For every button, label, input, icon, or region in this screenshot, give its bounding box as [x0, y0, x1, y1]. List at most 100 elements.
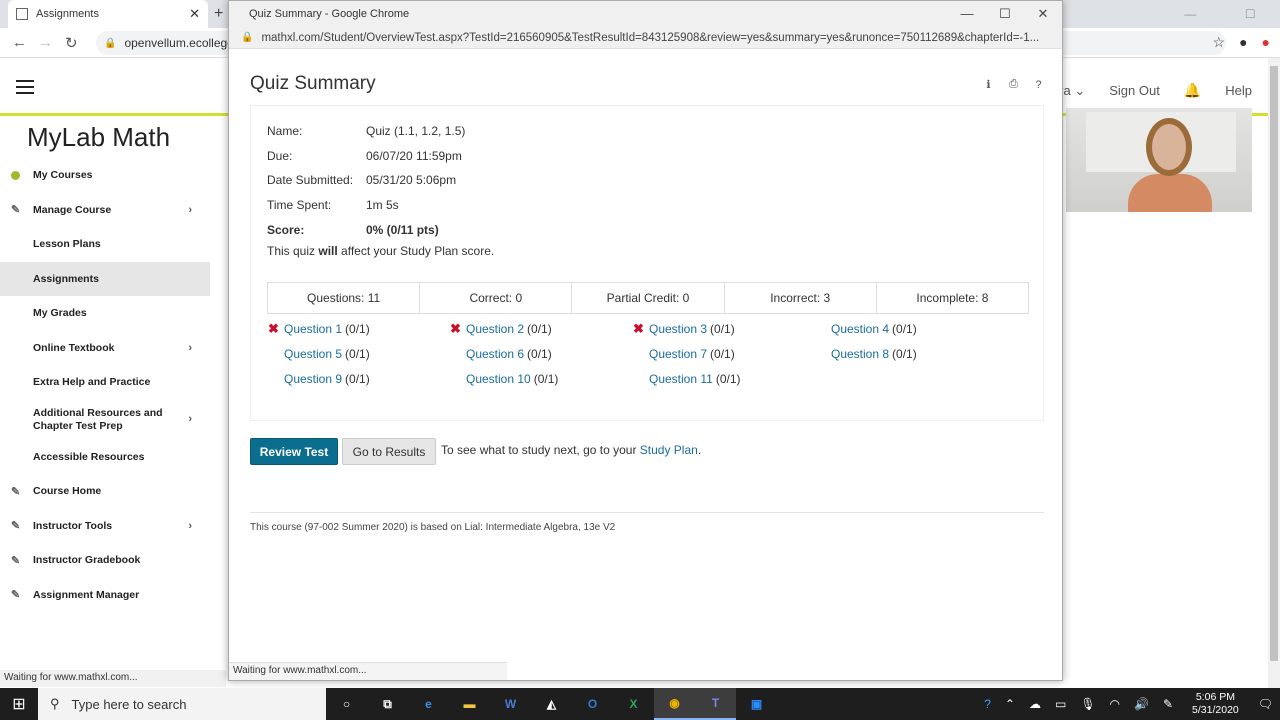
sidebar-item-my-courses[interactable]: My Courses [0, 158, 210, 193]
edge-icon[interactable]: e [408, 688, 449, 720]
question-score: (0/1) [527, 347, 552, 361]
chevron-up-icon[interactable]: ⌃ [1005, 697, 1015, 711]
task-view-icon[interactable]: ⧉ [367, 688, 408, 720]
chevron-right-icon: › [188, 203, 192, 216]
word-icon[interactable]: W [490, 688, 531, 720]
stat-correct: Correct: 0 [420, 283, 573, 313]
windows-start-icon[interactable]: ⊞ [0, 688, 38, 720]
zoom-icon[interactable]: ▣ [736, 688, 777, 720]
microphone-icon[interactable]: 🎙 [1080, 697, 1095, 711]
question-score: (0/1) [345, 347, 370, 361]
question-link[interactable]: Question 3 [649, 322, 707, 336]
teams-icon[interactable]: T [695, 688, 736, 720]
bg-tab-assignments[interactable]: Assignments ✕ [8, 0, 208, 28]
profile-icon[interactable]: ● [1239, 34, 1247, 51]
new-tab-icon[interactable]: + [214, 5, 223, 23]
sidebar-item-lesson-plans[interactable]: Lesson Plans [0, 227, 210, 262]
popup-address-bar[interactable]: 🔒 mathxl.com/Student/OverviewTest.aspx?T… [229, 27, 1062, 49]
minimize-icon[interactable]: — [948, 1, 986, 27]
question-link[interactable]: Question 10 [466, 372, 531, 386]
popup-status-bar: Waiting for www.mathxl.com... [229, 662, 507, 680]
maximize-icon[interactable]: ☐ [986, 1, 1024, 27]
info-value: 1m 5s [366, 198, 399, 212]
sidebar-item-instructor-tools[interactable]: ✎ Instructor Tools › [0, 509, 210, 544]
back-icon[interactable]: ← [12, 34, 27, 51]
taskbar-search[interactable]: ⚲ Type here to search [38, 688, 326, 720]
sidebar-item-assignments[interactable]: Assignments [0, 261, 210, 296]
question-score: (0/1) [715, 372, 741, 386]
sidebar-item-label: Instructor Tools [33, 519, 113, 532]
sidebar-item-assignment-manager[interactable]: ✎ Assignment Manager [0, 578, 210, 613]
sidebar-item-additional-resources[interactable]: Additional Resources and Chapter Test Pr… [0, 400, 210, 440]
question-link[interactable]: Question 6 [466, 347, 524, 361]
page-title: Quiz Summary [250, 73, 376, 94]
sidebar-item-extra-help[interactable]: Extra Help and Practice [0, 365, 210, 400]
close-icon[interactable]: ✕ [189, 6, 200, 22]
sidebar-item-instructor-gradebook[interactable]: ✎ Instructor Gradebook [0, 543, 210, 578]
sidebar-item-accessible-resources[interactable]: Accessible Resources [0, 440, 210, 475]
page-icon [16, 8, 28, 20]
question-link[interactable]: Question 8 [831, 347, 889, 361]
close-icon[interactable]: ✕ [1024, 1, 1062, 27]
help-link[interactable]: Help [1225, 83, 1252, 98]
info-time-spent: Time Spent: 1m 5s [267, 195, 399, 215]
drive-icon[interactable]: ◭ [531, 688, 572, 720]
chevron-right-icon: › [188, 413, 192, 425]
outlook-icon[interactable]: O [572, 688, 613, 720]
help-icon[interactable]: ? [984, 697, 991, 711]
pen-icon[interactable]: ✎ [1163, 697, 1173, 711]
reload-icon[interactable]: ↻ [65, 34, 78, 52]
maximize-icon[interactable]: ☐ [1245, 7, 1256, 21]
wrench-icon: ✎ [11, 520, 21, 533]
study-plan-link[interactable]: Study Plan [640, 443, 698, 457]
sign-out-link[interactable]: Sign Out [1109, 83, 1160, 98]
popup-window-title: Quiz Summary - Google Chrome [249, 8, 410, 20]
sidebar-item-label: Lesson Plans [33, 238, 101, 251]
question-link[interactable]: Question 9 [284, 372, 342, 386]
excel-icon[interactable]: X [613, 688, 654, 720]
question-link[interactable]: Question 11 [649, 372, 713, 386]
extension-icon[interactable]: ● [1262, 34, 1270, 51]
question-link[interactable]: Question 7 [649, 347, 707, 361]
chrome-icon[interactable]: ◉ [654, 688, 695, 720]
search-icon: ⚲ [50, 696, 60, 711]
sidebar-item-course-home[interactable]: ✎ Course Home [0, 474, 210, 509]
search-placeholder: Type here to search [71, 696, 187, 712]
review-test-button[interactable]: Review Test [250, 438, 338, 465]
battery-icon[interactable]: ▭ [1055, 697, 1066, 711]
minimize-icon[interactable]: — [1184, 7, 1196, 21]
clock[interactable]: 5:06 PM 5/31/2020 [1192, 691, 1239, 717]
star-icon[interactable]: ☆ [1213, 34, 1226, 51]
quiz-summary-window: Quiz Summary - Google Chrome — ☐ ✕ 🔒 mat… [228, 0, 1063, 681]
go-to-results-button[interactable]: Go to Results [342, 438, 436, 465]
print-icon[interactable]: ⎙ [1008, 78, 1019, 90]
question-link[interactable]: Question 2 [466, 322, 524, 336]
info-submitted: Date Submitted: 05/31/20 5:06pm [267, 170, 456, 190]
question-link[interactable]: Question 5 [284, 347, 342, 361]
question-score: (0/1) [710, 347, 735, 361]
bell-icon[interactable]: 🔔 [1184, 82, 1201, 99]
info-label: Time Spent: [267, 198, 332, 212]
onedrive-icon[interactable]: ☁ [1029, 697, 1041, 711]
notifications-icon[interactable]: 🗨 [1258, 697, 1273, 711]
sidebar-item-label: Extra Help and Practice [33, 376, 151, 389]
stat-incorrect: Incorrect: 3 [725, 283, 877, 313]
sidebar-item-online-textbook[interactable]: Online Textbook › [0, 331, 210, 366]
forward-icon[interactable]: → [38, 34, 53, 51]
volume-icon[interactable]: 🔊 [1134, 697, 1149, 711]
info-icon[interactable]: ℹ [983, 79, 994, 91]
cortana-icon[interactable]: ○ [326, 688, 367, 720]
sidebar-item-manage-course[interactable]: ✎ Manage Course › [0, 193, 210, 228]
file-explorer-icon[interactable]: ▬ [449, 688, 490, 720]
study-next-suffix: . [697, 443, 702, 457]
question-link[interactable]: Question 4 [831, 322, 889, 336]
menu-icon[interactable] [16, 80, 34, 94]
question-link[interactable]: Question 1 [284, 322, 342, 336]
help-icon[interactable]: ? [1033, 79, 1044, 91]
page-scrollbar[interactable] [1268, 58, 1280, 688]
info-label: Score: [267, 223, 305, 237]
sidebar-item-my-grades[interactable]: My Grades [0, 296, 210, 331]
scrollbar-thumb[interactable] [1270, 66, 1278, 661]
mylab-logo: MyLab Math [27, 122, 171, 152]
wifi-icon[interactable]: ◠ [1110, 697, 1120, 711]
